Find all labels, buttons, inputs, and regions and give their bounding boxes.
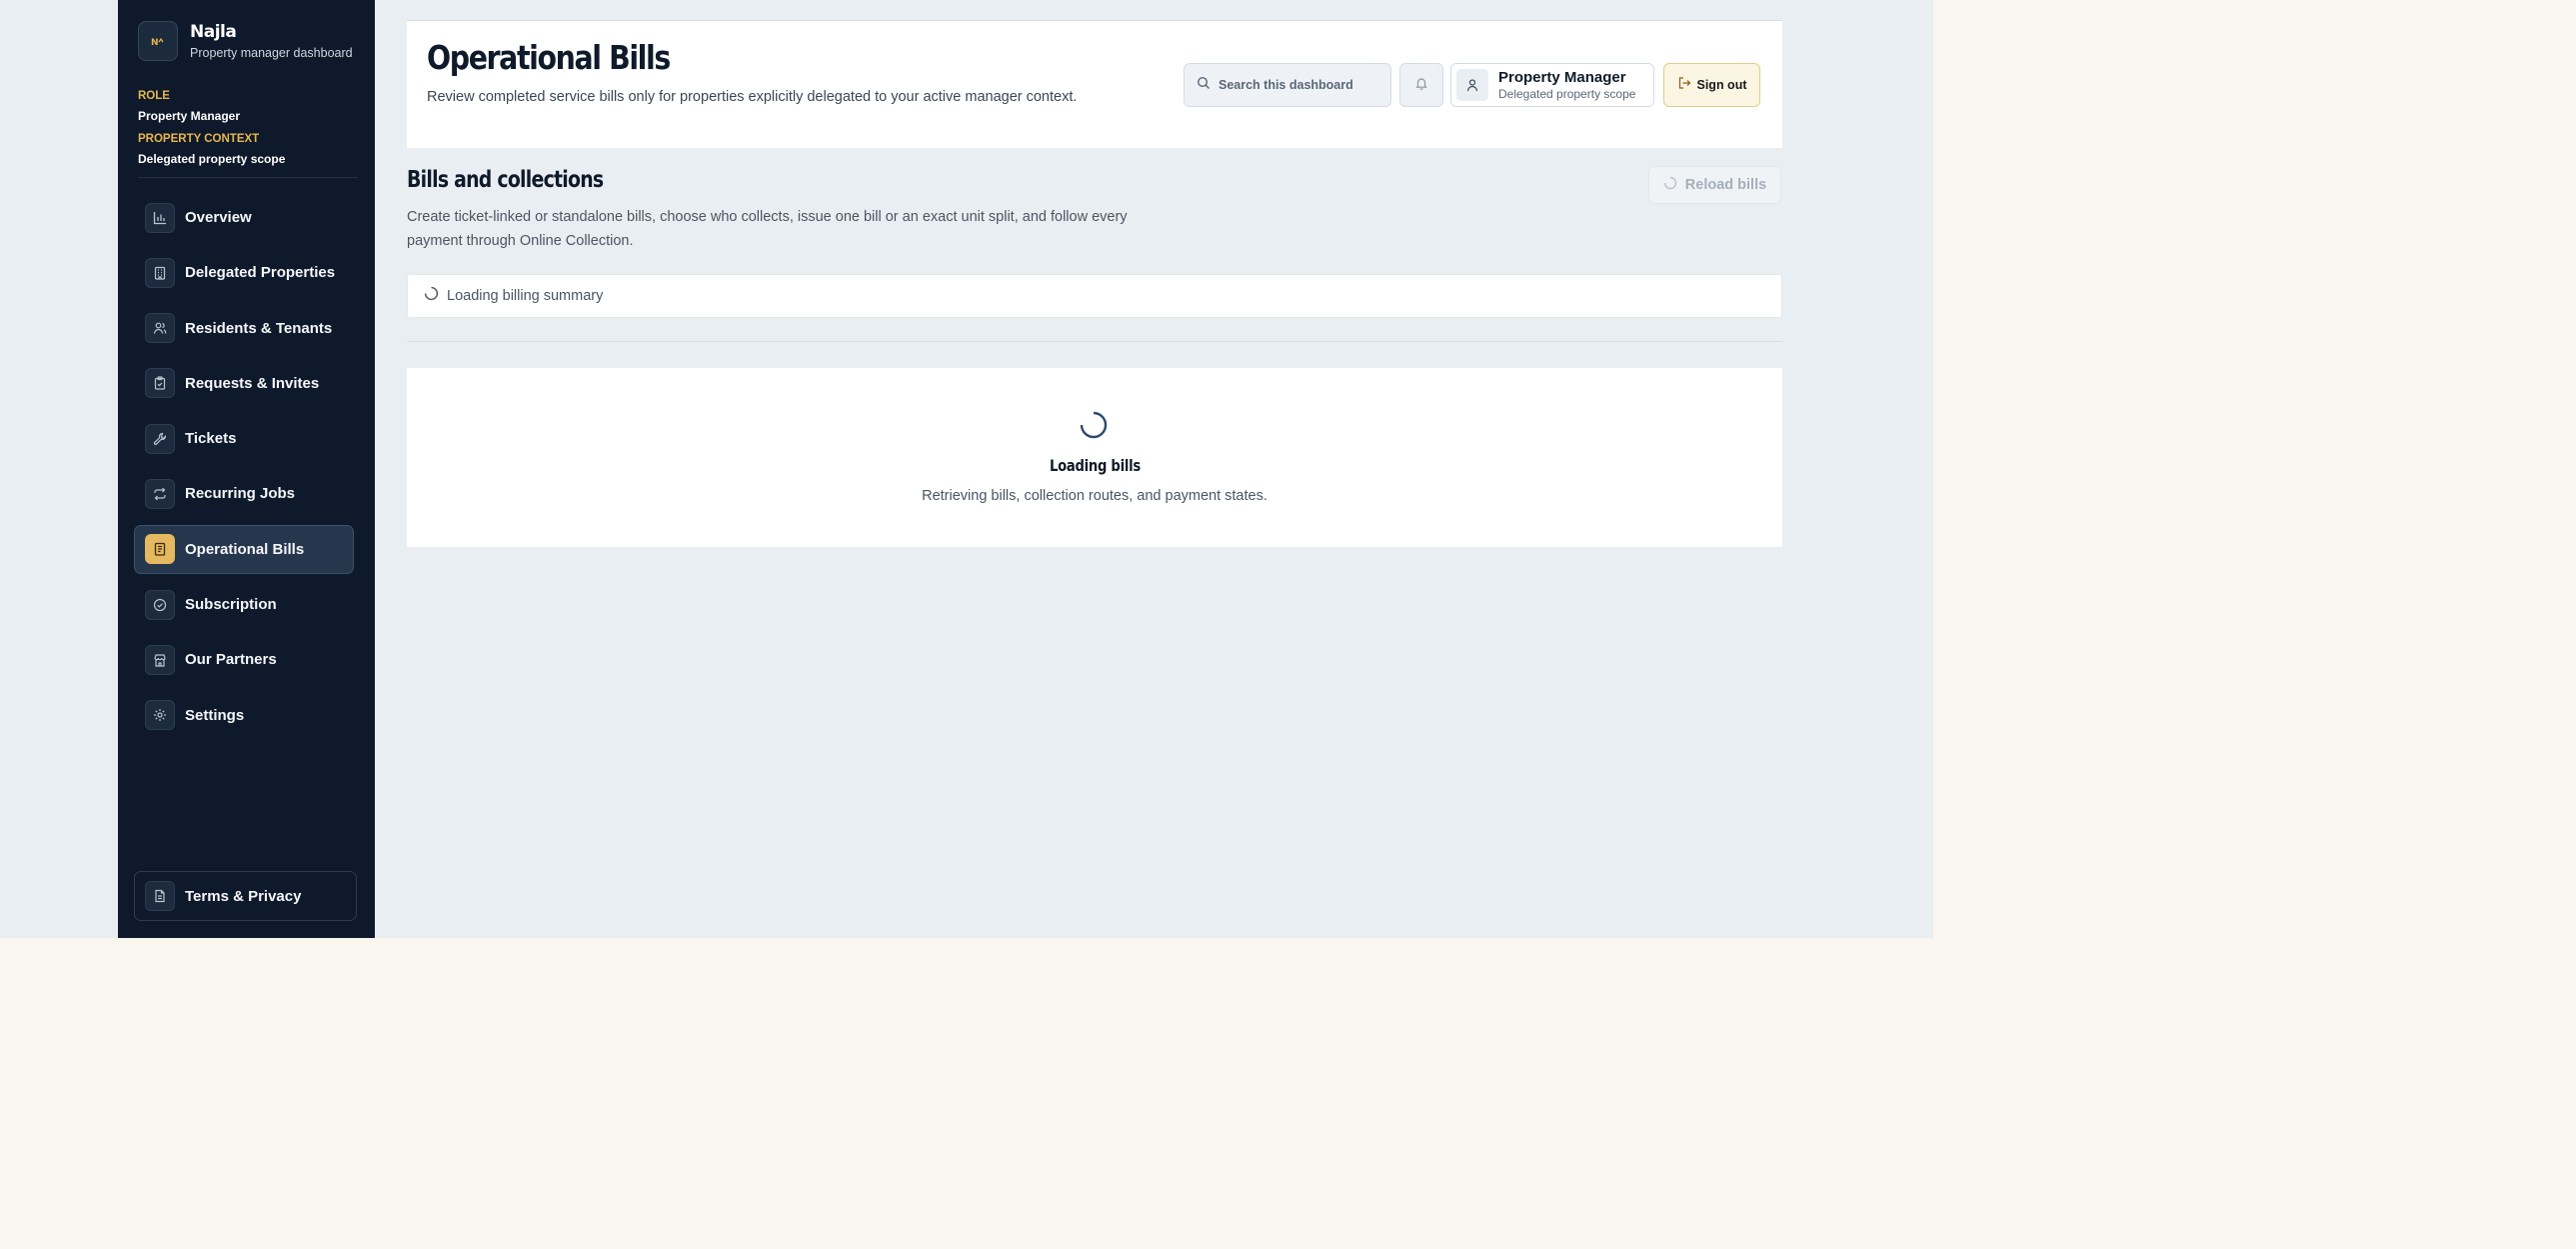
wrench-icon <box>145 423 175 454</box>
sidebar-item-label: Operational Bills <box>185 540 305 558</box>
check-circle-icon <box>145 589 175 620</box>
log-out-icon <box>1677 76 1691 95</box>
search-box[interactable] <box>1184 63 1391 107</box>
sidebar-item-recurring-jobs[interactable]: Recurring Jobs <box>134 469 354 518</box>
bell-icon <box>1414 76 1428 95</box>
sidebar-item-our-partners[interactable]: Our Partners <box>134 635 354 684</box>
clipboard-icon <box>145 368 175 399</box>
svg-text:N: N <box>151 38 159 46</box>
sidebar-item-settings[interactable]: Settings <box>134 691 354 740</box>
terms-privacy-link[interactable]: Terms & Privacy <box>134 871 357 921</box>
sign-out-button[interactable]: Sign out <box>1663 63 1760 107</box>
repeat-icon <box>145 478 175 509</box>
reload-bills-label: Reload bills <box>1684 177 1767 193</box>
sidebar-nav: Overview Delegated Properties Residents … <box>134 193 354 746</box>
brand-subtitle: Property manager dashboard <box>190 45 353 60</box>
sidebar-item-label: Delegated Properties <box>185 264 336 282</box>
document-icon <box>145 881 175 911</box>
bills-loading-title: Loading bills <box>1049 456 1141 475</box>
property-context-label: PROPERTY CONTEXT <box>138 133 260 145</box>
bills-loading-description: Retrieving bills, collection routes, and… <box>922 488 1268 504</box>
reload-bills-button[interactable]: Reload bills <box>1648 166 1781 204</box>
role-label: ROLE <box>138 90 170 102</box>
brand-logo: N <box>138 21 178 61</box>
brand: N Najla Property manager dashboard <box>138 21 355 61</box>
search-input[interactable] <box>1219 78 1378 92</box>
sidebar-item-requests-invites[interactable]: Requests & Invites <box>134 359 354 408</box>
sidebar-item-delegated-properties[interactable]: Delegated Properties <box>134 248 354 297</box>
section-description: Create ticket-linked or standalone bills… <box>407 209 1128 249</box>
sidebar-item-label: Our Partners <box>185 651 277 669</box>
store-icon <box>145 644 175 675</box>
role-value: Property Manager <box>138 109 241 123</box>
billing-summary: Loading billing summary <box>407 274 1782 318</box>
user-icon <box>1456 69 1488 101</box>
sidebar-item-tickets[interactable]: Tickets <box>134 414 354 463</box>
sidebar-item-label: Overview <box>185 209 252 226</box>
sidebar-item-operational-bills[interactable]: Operational Bills <box>134 524 354 574</box>
users-icon <box>145 313 175 344</box>
sidebar-item-label: Residents & Tenants <box>185 319 333 337</box>
app-shell: N Najla Property manager dashboard ROLE … <box>0 0 1933 938</box>
user-scope: Delegated property scope <box>1498 86 1636 101</box>
terms-privacy-label: Terms & Privacy <box>185 887 302 905</box>
spinner-icon <box>1079 410 1109 445</box>
spinner-icon <box>1663 176 1677 195</box>
receipt-icon <box>145 534 175 565</box>
billing-summary-status: Loading billing summary <box>447 288 604 304</box>
brand-name: Najla <box>190 21 237 42</box>
sidebar-item-subscription[interactable]: Subscription <box>134 580 354 629</box>
sidebar-item-residents-tenants[interactable]: Residents & Tenants <box>134 304 354 353</box>
sidebar-item-label: Subscription <box>185 596 277 614</box>
sign-out-label: Sign out <box>1696 78 1747 92</box>
search-icon <box>1197 76 1211 95</box>
page-description: Review completed service bills only for … <box>427 89 1078 105</box>
page-header: Operational Bills Review completed servi… <box>407 20 1782 148</box>
property-context-value: Delegated property scope <box>138 152 286 166</box>
sidebar-item-label: Settings <box>185 706 245 724</box>
user-menu[interactable]: Property Manager Delegated property scop… <box>1450 63 1654 107</box>
notifications-button[interactable] <box>1399 63 1443 107</box>
sidebar: N Najla Property manager dashboard ROLE … <box>118 0 375 938</box>
bar-chart-icon <box>145 202 175 233</box>
sidebar-item-label: Tickets <box>185 430 237 448</box>
user-name: Property Manager <box>1498 68 1626 86</box>
sidebar-item-label: Requests & Invites <box>185 374 320 392</box>
section-divider <box>407 341 1782 342</box>
bills-panel: Loading bills Retrieving bills, collecti… <box>407 368 1782 547</box>
sidebar-item-overview[interactable]: Overview <box>134 193 354 242</box>
sidebar-item-label: Recurring Jobs <box>185 485 296 503</box>
section-title: Bills and collections <box>407 167 604 193</box>
spinner-icon <box>424 286 439 306</box>
gear-icon <box>145 700 175 731</box>
role-context: ROLE Property Manager PROPERTY CONTEXT D… <box>138 88 358 178</box>
page-title: Operational Bills <box>427 38 671 77</box>
building-icon <box>145 257 175 288</box>
